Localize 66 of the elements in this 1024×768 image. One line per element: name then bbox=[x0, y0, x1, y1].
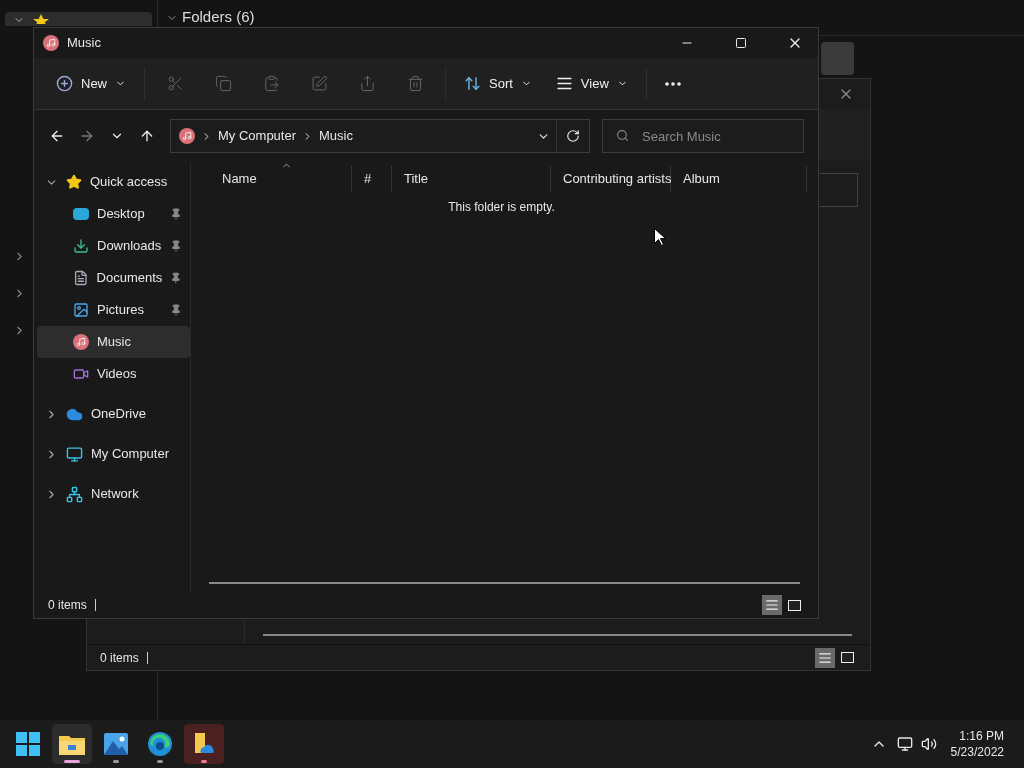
sidebar-item[interactable]: Pictures bbox=[37, 294, 190, 326]
new-button[interactable]: New bbox=[44, 67, 138, 100]
search-icon bbox=[616, 129, 629, 142]
document-icon bbox=[73, 270, 89, 286]
video-icon bbox=[73, 366, 89, 382]
sidebar-item[interactable]: Documents bbox=[37, 262, 190, 294]
breadcrumb[interactable]: My Computer bbox=[218, 126, 297, 146]
browser-swirl-icon bbox=[148, 732, 172, 756]
sidebar-item[interactable]: Quick access bbox=[37, 166, 190, 198]
picture-icon bbox=[73, 302, 89, 318]
refresh-icon[interactable] bbox=[566, 129, 580, 143]
window-title: Music bbox=[67, 34, 101, 53]
column-header[interactable]: # bbox=[352, 166, 392, 192]
status-text: 0 items bbox=[100, 649, 139, 667]
sidebar-item[interactable]: Music bbox=[37, 326, 190, 358]
up-down-arrows-icon bbox=[464, 75, 481, 92]
search-field[interactable]: Search Music bbox=[602, 119, 804, 153]
download-icon bbox=[73, 238, 89, 254]
speaker-icon[interactable] bbox=[920, 736, 937, 752]
sidebar-item[interactable]: Videos bbox=[37, 358, 190, 390]
text-field[interactable] bbox=[820, 173, 858, 207]
view-button[interactable]: View bbox=[543, 67, 640, 100]
sidebar-item[interactable]: OneDrive bbox=[37, 398, 190, 430]
music-icon bbox=[179, 128, 195, 144]
tile-icon bbox=[787, 599, 801, 611]
empty-message: This folder is empty. bbox=[448, 199, 555, 216]
column-header[interactable]: Title bbox=[392, 166, 551, 192]
star-icon bbox=[33, 14, 49, 24]
sidebar-item[interactable] bbox=[5, 12, 152, 26]
sidebar-item[interactable]: Desktop bbox=[37, 198, 190, 230]
folder-cloud-icon bbox=[192, 732, 216, 756]
scrollbar-drawing[interactable] bbox=[209, 582, 800, 584]
sidebar-item[interactable]: Network bbox=[37, 478, 190, 510]
clock-time[interactable]: 1:16 PM bbox=[959, 728, 1004, 744]
sidebar-item[interactable]: Downloads bbox=[37, 230, 190, 262]
taskbar-app[interactable] bbox=[184, 724, 224, 764]
monitor-icon bbox=[66, 445, 83, 463]
lines-icon bbox=[765, 598, 779, 612]
address-bar[interactable]: My Computer Music bbox=[170, 119, 590, 153]
music-icon bbox=[43, 35, 59, 51]
sort-button[interactable]: Sort bbox=[452, 67, 544, 100]
left-arrow-icon bbox=[49, 128, 65, 144]
lines-icon bbox=[818, 650, 832, 665]
windows-logo-icon bbox=[16, 732, 40, 756]
folder-icon bbox=[59, 733, 85, 755]
star-icon bbox=[66, 174, 82, 190]
mouse-pointer-icon bbox=[654, 228, 665, 246]
taskbar-app[interactable] bbox=[52, 724, 92, 764]
maximize-icon bbox=[735, 37, 747, 49]
column-header[interactable]: Album bbox=[671, 166, 807, 192]
column-header[interactable]: Contributing artists bbox=[551, 166, 671, 192]
right-arrow-icon bbox=[79, 128, 95, 144]
column-header[interactable]: Name bbox=[210, 166, 352, 192]
clock-date[interactable]: 5/23/2022 bbox=[950, 744, 1004, 760]
status-text: 0 items bbox=[48, 597, 87, 614]
landscape-icon bbox=[104, 733, 128, 755]
sidebar-item[interactable]: My Computer bbox=[37, 438, 190, 470]
details-view-button[interactable] bbox=[815, 647, 835, 668]
desktop-icon bbox=[73, 208, 89, 220]
breadcrumb[interactable]: Music bbox=[319, 126, 353, 146]
scrollbar-drawing[interactable] bbox=[263, 634, 852, 636]
group-heading: Folders (6) bbox=[182, 7, 255, 28]
plus-circle-icon bbox=[56, 75, 73, 92]
tile-icon bbox=[840, 652, 854, 663]
lines-icon bbox=[555, 75, 573, 92]
music-icon bbox=[73, 334, 89, 350]
